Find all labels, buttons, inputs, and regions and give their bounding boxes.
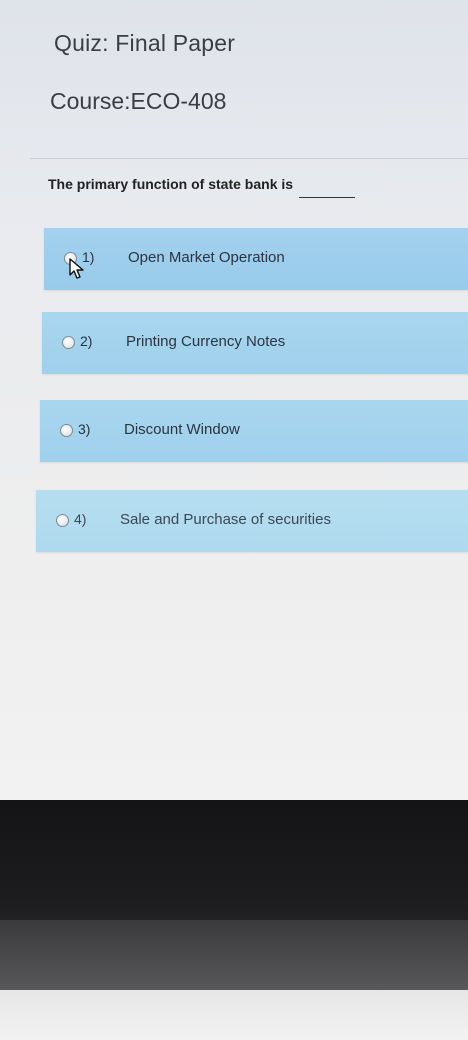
option-label-2: Printing Currency Notes [126, 333, 286, 350]
desk-edge [0, 990, 468, 1040]
option-label-4: Sale and Purchase of securities [120, 511, 331, 528]
answer-blank [299, 197, 356, 198]
divider [30, 158, 468, 159]
option-2[interactable]: 2) Printing Currency Notes [42, 312, 468, 374]
radio-button-3[interactable] [60, 424, 73, 437]
quiz-screen: Quiz: Final Paper Course:ECO-408 The pri… [0, 0, 468, 800]
option-3[interactable]: 3) Discount Window [40, 400, 468, 462]
option-label-3: Discount Window [124, 421, 240, 438]
course-title: Course:ECO-408 [50, 88, 227, 114]
question-prompt: The primary function of state bank is [48, 176, 356, 198]
radio-button-4[interactable] [56, 514, 69, 527]
option-1[interactable]: 1) Open Market Operation [44, 228, 468, 290]
quiz-title: Quiz: Final Paper [54, 30, 236, 56]
option-label-1: Open Market Operation [128, 249, 285, 266]
option-4[interactable]: 4) Sale and Purchase of securities [36, 490, 468, 552]
option-number-2: 2) [80, 333, 93, 349]
question-text: The primary function of state bank is [48, 176, 294, 192]
option-number-4: 4) [74, 511, 87, 527]
radio-button-2[interactable] [62, 336, 75, 349]
desk-surface [0, 920, 468, 990]
mouse-pointer-icon [69, 258, 84, 279]
option-number-3: 3) [78, 421, 91, 437]
